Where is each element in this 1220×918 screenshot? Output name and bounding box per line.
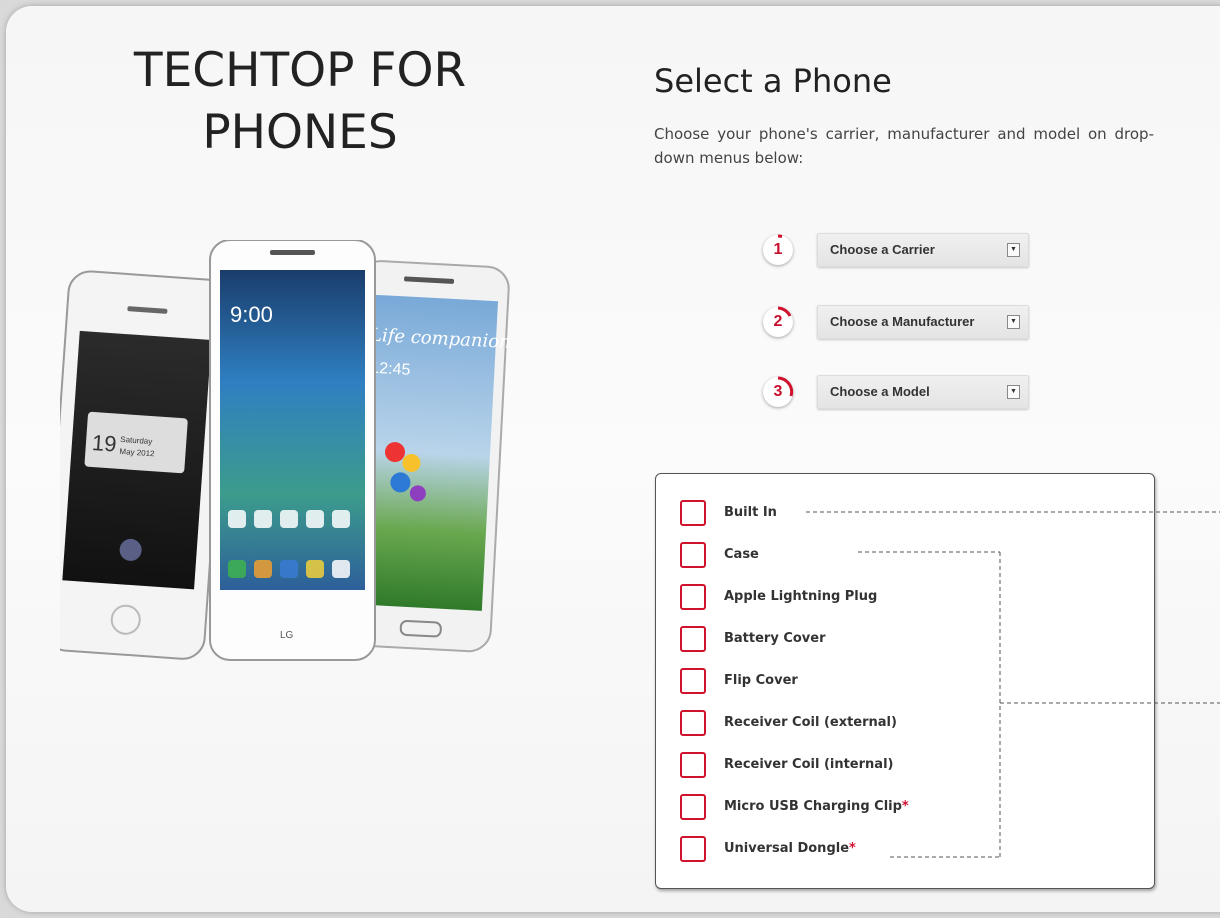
option-label: Built In — [724, 505, 777, 520]
option-label: Receiver Coil (internal) — [724, 757, 894, 772]
connector-lines — [806, 511, 1220, 858]
option-label: Case — [724, 547, 759, 562]
option-label: Micro USB Charging Clip* — [724, 799, 909, 814]
checkbox[interactable] — [680, 584, 706, 610]
option-label: Receiver Coil (external) — [724, 715, 897, 730]
required-marker: * — [849, 841, 856, 856]
option-label: Apple Lightning Plug — [724, 589, 878, 604]
checkbox[interactable] — [680, 542, 706, 568]
checkbox[interactable] — [680, 626, 706, 652]
option-label: Battery Cover — [724, 631, 826, 646]
checkbox[interactable] — [680, 710, 706, 736]
required-marker: * — [901, 799, 909, 814]
option-label: Universal Dongle* — [724, 841, 856, 856]
checkbox[interactable] — [680, 500, 706, 526]
checkbox[interactable] — [680, 752, 706, 778]
checkbox[interactable] — [680, 668, 706, 694]
checkbox[interactable] — [680, 794, 706, 820]
option-label: Flip Cover — [724, 673, 798, 688]
checkbox[interactable] — [680, 836, 706, 862]
